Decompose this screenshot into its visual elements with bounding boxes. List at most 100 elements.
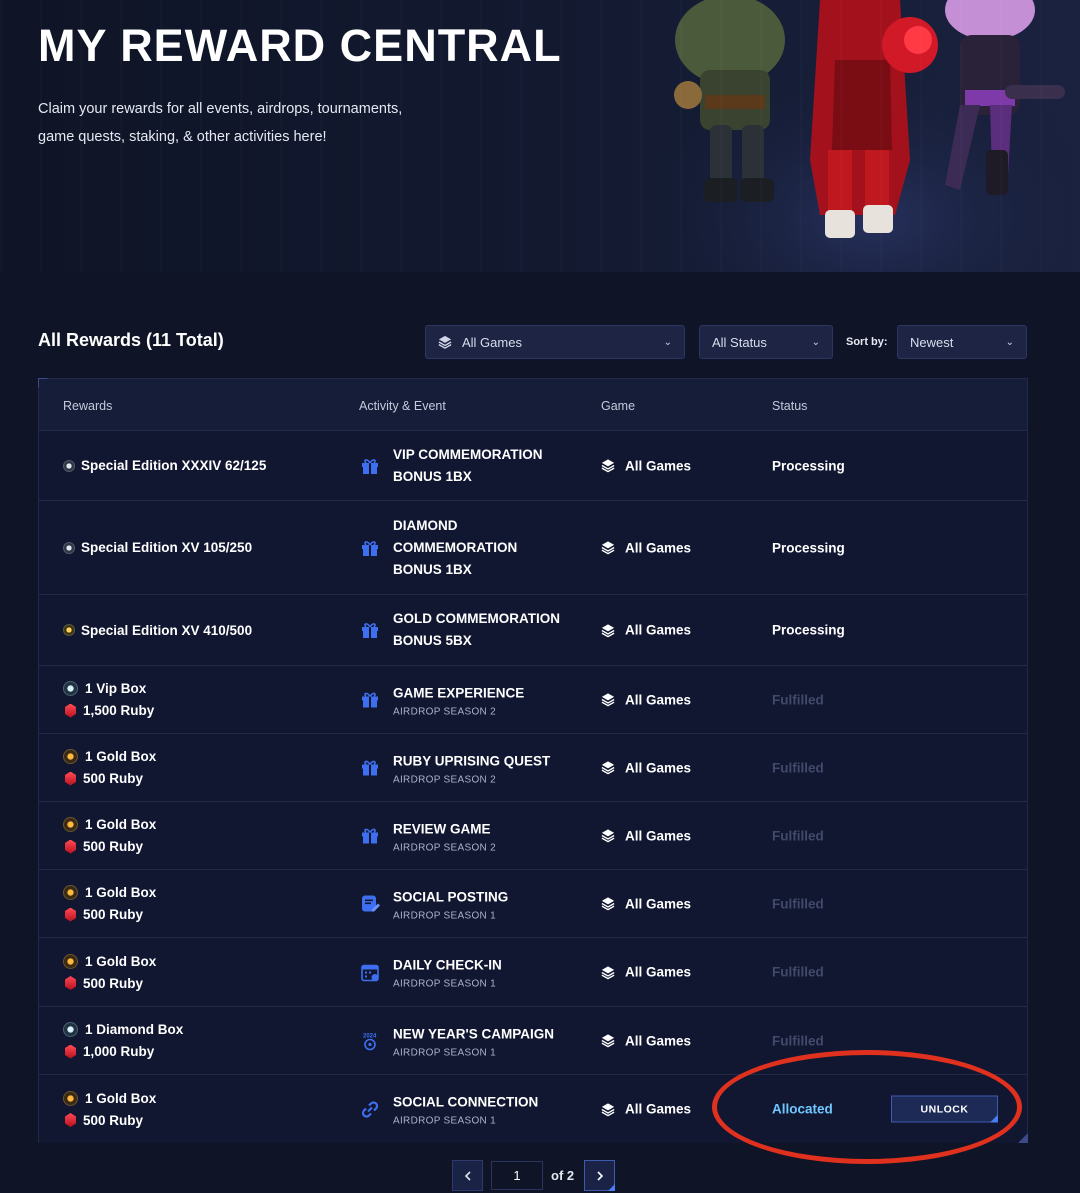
- activity-name: NEW YEAR'S CAMPAIGN: [393, 1026, 554, 1041]
- activity-name: SOCIAL POSTING: [393, 889, 509, 904]
- reward-line: 1 Gold Box: [63, 950, 156, 972]
- table-row: 1 Gold Box 500 Ruby REVIEW GAME AIRDROP SEA…: [39, 802, 1027, 870]
- ruby-icon: [65, 771, 76, 786]
- activity-cell: VIP COMMEMORATION BONUS 1BX: [359, 444, 563, 488]
- reward-line: 500 Ruby: [63, 836, 156, 858]
- page-description: Claim your rewards for all events, airdr…: [38, 101, 403, 145]
- activity-cell: DAILY CHECK-IN AIRDROP SEASON 1: [359, 955, 563, 990]
- status-filter-value: All Status: [712, 334, 767, 350]
- reward-line: 1 Gold Box: [63, 882, 156, 904]
- activity-subtitle: AIRDROP SEASON 1: [393, 910, 496, 921]
- table-row: 1 Vip Box 1,500 Ruby GAME EXPERIENCE AIRDRO…: [39, 666, 1027, 734]
- sort-label: Sort by:: [846, 336, 888, 348]
- reward-cell: 1 Gold Box 500 Ruby: [63, 746, 156, 790]
- reward-line: 1 Vip Box: [63, 678, 154, 700]
- activity-cell: GAME EXPERIENCE AIRDROP SEASON 2: [359, 682, 563, 717]
- game-name: All Games: [625, 622, 692, 638]
- table-row: Special Edition XV 410/500 GOLD COMMEMORA…: [39, 595, 1027, 666]
- sort-value: Newest: [910, 334, 954, 350]
- reward-text: 1 Diamond Box: [85, 1022, 184, 1037]
- game-name: All Games: [625, 896, 692, 911]
- pagination: of 2: [452, 1160, 616, 1191]
- gift-icon: [359, 455, 381, 477]
- gold-box-icon: [63, 1090, 78, 1106]
- game-name: All Games: [625, 1033, 692, 1048]
- reward-text: 1 Gold Box: [85, 1090, 157, 1106]
- activity-name: GOLD COMMEMORATION BONUS 5BX: [393, 611, 560, 648]
- page-total-text: of 2: [551, 1168, 575, 1183]
- reward-cell: 1 Gold Box 500 Ruby: [63, 950, 156, 994]
- chevron-down-icon: ⌄: [663, 336, 672, 348]
- reward-line: 1 Diamond Box: [63, 1019, 183, 1041]
- next-page-button[interactable]: [584, 1160, 616, 1191]
- status-text: Processing: [772, 458, 845, 473]
- game-cell: All Games: [601, 760, 691, 775]
- gold-box-icon: [63, 749, 78, 764]
- activity-subtitle: AIRDROP SEASON 2: [393, 774, 496, 785]
- ruby-icon: [65, 907, 76, 922]
- rewards-total-heading: All Rewards (11 Total): [38, 330, 224, 350]
- game-filter-dropdown[interactable]: All Games ⌄: [425, 325, 685, 359]
- layers-icon: [438, 335, 452, 349]
- activity-name: RUBY UPRISING QUEST: [393, 753, 551, 768]
- reward-line: 1 Gold Box: [63, 814, 156, 836]
- reward-cell: Special Edition XXXIV 62/125: [63, 455, 266, 477]
- corner-accent: [1018, 1133, 1028, 1143]
- activity-subtitle: AIRDROP SEASON 2: [393, 706, 496, 717]
- prev-page-button[interactable]: [452, 1160, 483, 1191]
- game-cell: All Games: [601, 692, 691, 707]
- activity-cell: DIAMOND COMMEMORATION BONUS 1BX: [359, 515, 563, 581]
- activity-subtitle: AIRDROP SEASON 1: [393, 1047, 496, 1058]
- game-name: All Games: [625, 1101, 692, 1117]
- activity-cell: GOLD COMMEMORATION BONUS 5BX: [359, 608, 563, 652]
- vip-box-icon: [63, 681, 78, 696]
- activity-name: REVIEW GAME: [393, 821, 491, 836]
- new-year-2024-icon: 2024: [359, 1030, 381, 1052]
- game-cell: All Games: [601, 828, 691, 843]
- reward-cell: 1 Vip Box 1,500 Ruby: [63, 678, 154, 722]
- ruby-icon: [65, 839, 76, 854]
- status-filter-dropdown[interactable]: All Status ⌄: [699, 325, 833, 359]
- table-header: Rewards Activity & Event Game Status: [39, 379, 1027, 431]
- activity-cell: 2024 NEW YEAR'S CAMPAIGN AIRDROP SEASON 1: [359, 1023, 563, 1058]
- sort-dropdown[interactable]: Newest ⌄: [897, 325, 1027, 359]
- svg-text:2024: 2024: [363, 1034, 377, 1040]
- reward-line: 1,500 Ruby: [63, 700, 154, 722]
- ruby-icon: [65, 976, 76, 990]
- reward-text: 500 Ruby: [83, 975, 144, 991]
- reward-cell: Special Edition XV 105/250: [63, 537, 252, 559]
- page-number-input[interactable]: [491, 1161, 543, 1190]
- game-name: All Games: [625, 540, 692, 555]
- layers-icon: [601, 459, 620, 473]
- reward-text: Special Edition XV 105/250: [81, 540, 253, 555]
- status-text: Fulfilled: [772, 692, 824, 707]
- header-status: Status: [772, 399, 808, 413]
- reward-text: 1 Gold Box: [85, 953, 157, 969]
- reward-text: 1 Gold Box: [85, 885, 157, 900]
- ruby-icon: [65, 703, 76, 718]
- activity-name: DAILY CHECK-IN: [393, 957, 502, 973]
- silver-medal-icon: [63, 459, 75, 472]
- reward-text: 1 Vip Box: [85, 681, 147, 696]
- status-text: Fulfilled: [772, 760, 824, 775]
- reward-line: 500 Ruby: [63, 904, 156, 926]
- rewards-table: Rewards Activity & Event Game Status Spe…: [38, 378, 1028, 1143]
- reward-text: 1,500 Ruby: [83, 703, 155, 718]
- status-text: Processing: [772, 540, 845, 555]
- activity-name: VIP COMMEMORATION BONUS 1BX: [393, 446, 543, 484]
- reward-text: 500 Ruby: [83, 907, 144, 922]
- reward-cell: 1 Gold Box 500 Ruby: [63, 814, 156, 858]
- table-row: 1 Gold Box 500 Ruby SOCIAL POSTING AIRDROP …: [39, 870, 1027, 938]
- reward-cell: Special Edition XV 410/500: [63, 619, 252, 641]
- table-row: 1 Gold Box 500 Ruby DAILY CHECK-IN AIRDROP …: [39, 938, 1027, 1007]
- reward-line: 500 Ruby: [63, 972, 156, 994]
- reward-cell: 1 Diamond Box 1,000 Ruby: [63, 1019, 183, 1063]
- layers-icon: [601, 829, 620, 843]
- layers-icon: [601, 623, 620, 637]
- header-rewards: Rewards: [63, 399, 113, 413]
- reward-text: Special Edition XV 410/500: [81, 622, 253, 638]
- game-cell: All Games: [601, 1033, 691, 1048]
- game-cell: All Games: [601, 896, 691, 911]
- post-edit-icon: [359, 893, 381, 915]
- game-cell: All Games: [601, 1102, 691, 1117]
